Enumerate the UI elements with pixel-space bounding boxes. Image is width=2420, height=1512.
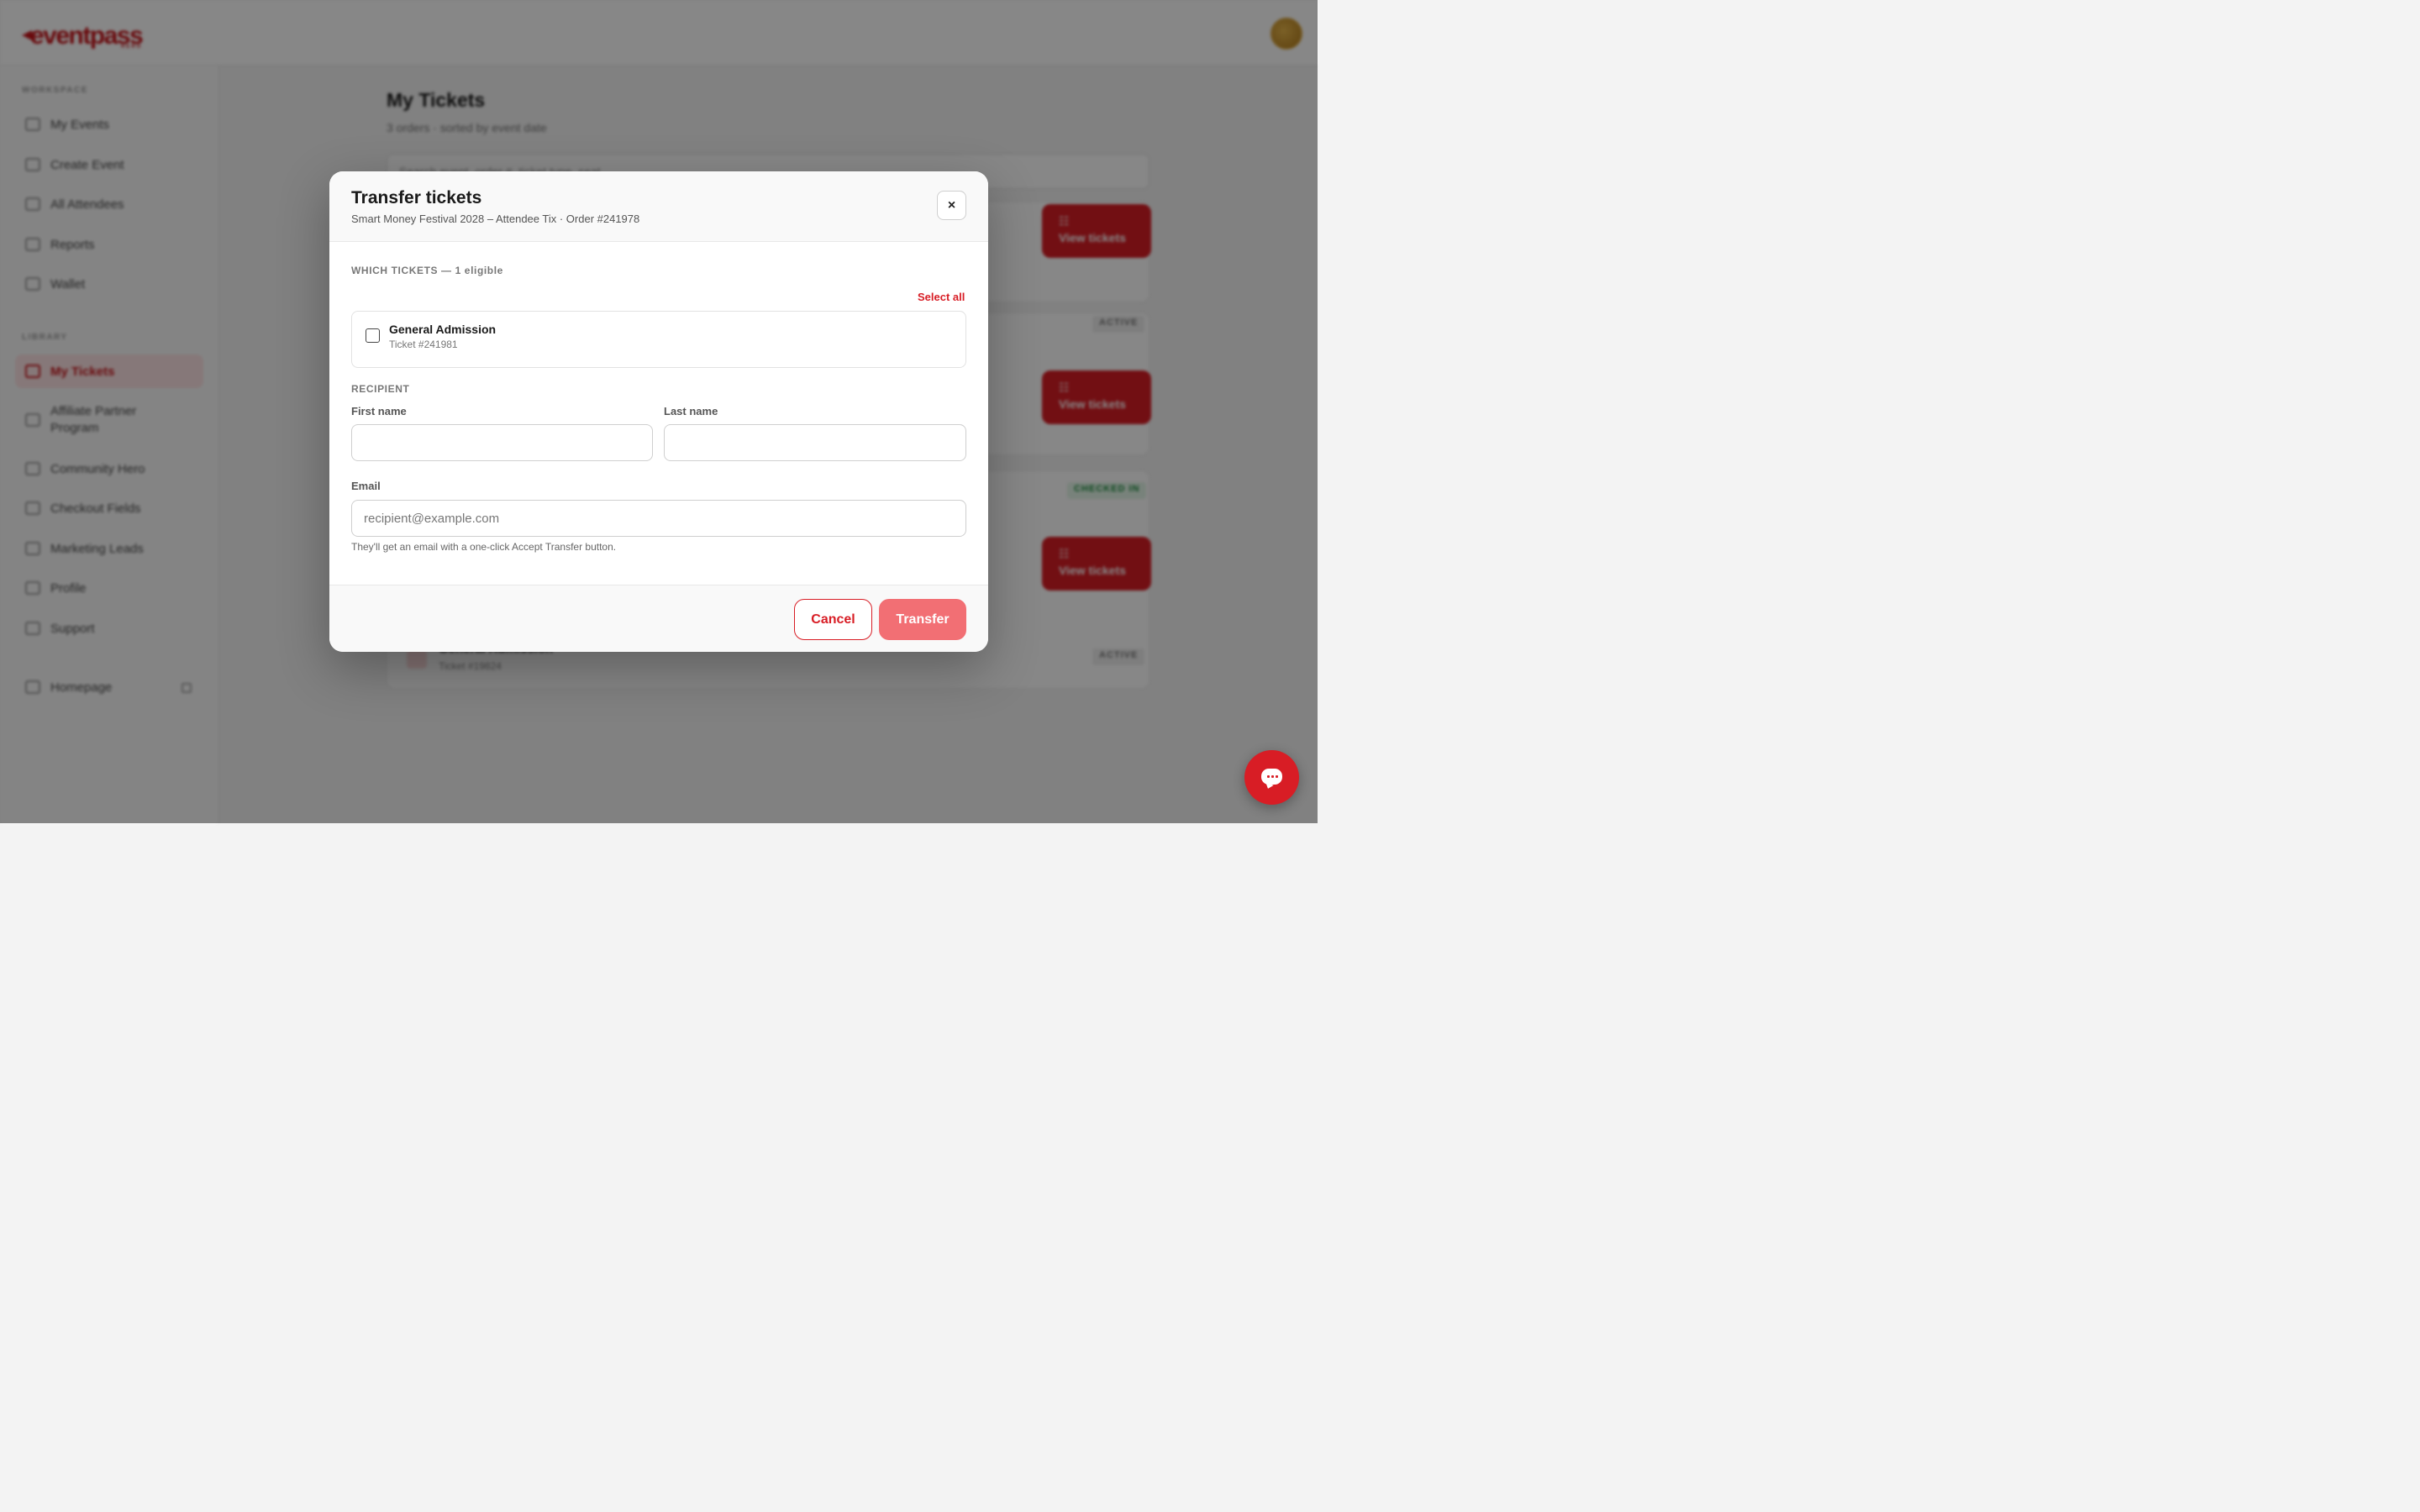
chat-dots-icon <box>1266 775 1278 778</box>
last-name-field[interactable] <box>664 424 966 461</box>
cancel-button[interactable]: Cancel <box>794 599 872 640</box>
email-label: Email <box>351 480 381 492</box>
transfer-button[interactable]: Transfer <box>879 599 966 640</box>
recipient-section-label: RECIPIENT <box>351 383 410 395</box>
first-name-field[interactable] <box>351 424 653 461</box>
first-name-label: First name <box>351 405 407 417</box>
ticket-number: Ticket #241981 <box>389 339 458 350</box>
ticket-option[interactable]: General Admission Ticket #241981 <box>351 311 966 368</box>
modal-footer: Cancel Transfer <box>329 585 988 652</box>
which-tickets-label: WHICH TICKETS — 1 eligible <box>351 265 503 276</box>
email-field[interactable] <box>351 500 966 537</box>
email-hint: They'll get an email with a one-click Ac… <box>351 541 617 553</box>
transfer-tickets-modal: Transfer tickets Smart Money Festival 20… <box>329 171 988 652</box>
close-icon: × <box>947 197 956 213</box>
select-all-link[interactable]: Select all <box>918 291 965 303</box>
last-name-label: Last name <box>664 405 718 417</box>
chat-button[interactable] <box>1244 750 1299 805</box>
modal-header: Transfer tickets Smart Money Festival 20… <box>329 171 988 242</box>
ticket-name: General Admission <box>389 323 497 336</box>
close-button[interactable]: × <box>937 191 966 220</box>
ticket-checkbox[interactable] <box>366 328 380 343</box>
modal-title: Transfer tickets <box>351 188 482 207</box>
modal-subtitle: Smart Money Festival 2028 – Attendee Tix… <box>351 213 640 225</box>
